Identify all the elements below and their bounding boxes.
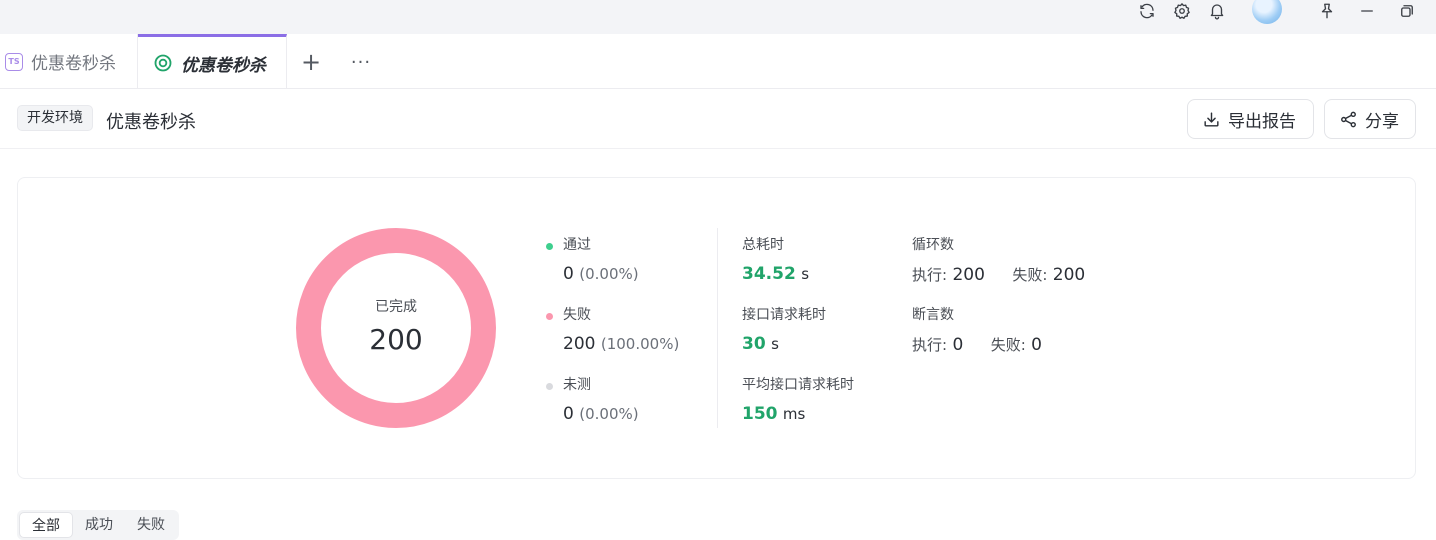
tab-label: 优惠卷秒杀 — [31, 54, 116, 74]
filter-tab-all[interactable]: 全部 — [19, 512, 73, 538]
avatar[interactable] — [1252, 0, 1282, 24]
filter-tab-success[interactable]: 成功 — [73, 512, 125, 538]
stat-total-time: 总耗时 34.52 s — [742, 237, 810, 284]
minimize-icon[interactable] — [1356, 0, 1378, 22]
legend-dot — [546, 243, 553, 250]
donut-value: 200 — [369, 323, 423, 356]
summary-card: 已完成 200 通过 0 (0.00%) 失败 200 (100.00%) 未测… — [17, 177, 1416, 479]
tab-label: 优惠卷秒杀 — [181, 55, 266, 76]
divider — [717, 228, 718, 428]
environment-badge: 开发环境 — [17, 105, 93, 131]
stat-loops: 循环数 执行: 200 失败: 200 — [912, 237, 1086, 285]
more-tabs-button[interactable]: ··· — [346, 49, 376, 75]
legend-dot — [546, 383, 553, 390]
scenario-icon — [154, 54, 172, 72]
gear-icon[interactable] — [1171, 0, 1193, 22]
stat-avg-api-time: 平均接口请求耗时 150 ms — [742, 377, 854, 424]
tab-bar: TS 优惠卷秒杀 优惠卷秒杀 + ··· — [0, 34, 1436, 89]
restore-icon[interactable] — [1396, 0, 1418, 22]
export-report-label: 导出报告 — [1228, 111, 1296, 132]
stat-assertions: 断言数 执行: 0 失败: 0 — [912, 307, 1042, 355]
tab-coupon-script[interactable]: TS 优惠卷秒杀 — [0, 34, 138, 89]
legend-value: 0 (0.00%) — [563, 264, 639, 284]
report-header: 开发环境 优惠卷秒杀 导出报告 分享 — [0, 89, 1436, 149]
legend-name: 通过 — [563, 237, 591, 253]
window-titlebar — [0, 0, 1436, 34]
add-tab-button[interactable]: + — [298, 48, 324, 76]
filter-tab-failed[interactable]: 失败 — [125, 512, 177, 538]
donut-label: 已完成 — [375, 299, 417, 315]
legend-name: 失败 — [563, 307, 591, 323]
page-title: 优惠卷秒杀 — [106, 112, 196, 133]
stat-api-time: 接口请求耗时 30 s — [742, 307, 826, 354]
pin-icon[interactable] — [1316, 0, 1338, 22]
share-icon — [1341, 111, 1356, 127]
bell-icon[interactable] — [1206, 0, 1228, 22]
tab-coupon-report[interactable]: 优惠卷秒杀 — [138, 34, 287, 89]
export-report-button[interactable]: 导出报告 — [1187, 99, 1314, 139]
legend-name: 未测 — [563, 377, 591, 393]
ts-file-icon: TS — [5, 52, 23, 71]
share-label: 分享 — [1365, 111, 1399, 132]
share-button[interactable]: 分享 — [1324, 99, 1416, 139]
legend-dot — [546, 313, 553, 320]
legend-value: 200 (100.00%) — [563, 334, 680, 354]
download-icon — [1204, 111, 1219, 127]
legend-value: 0 (0.00%) — [563, 404, 639, 424]
refresh-icon[interactable] — [1136, 0, 1158, 22]
result-filter-tabs: 全部 成功 失败 — [17, 510, 179, 540]
